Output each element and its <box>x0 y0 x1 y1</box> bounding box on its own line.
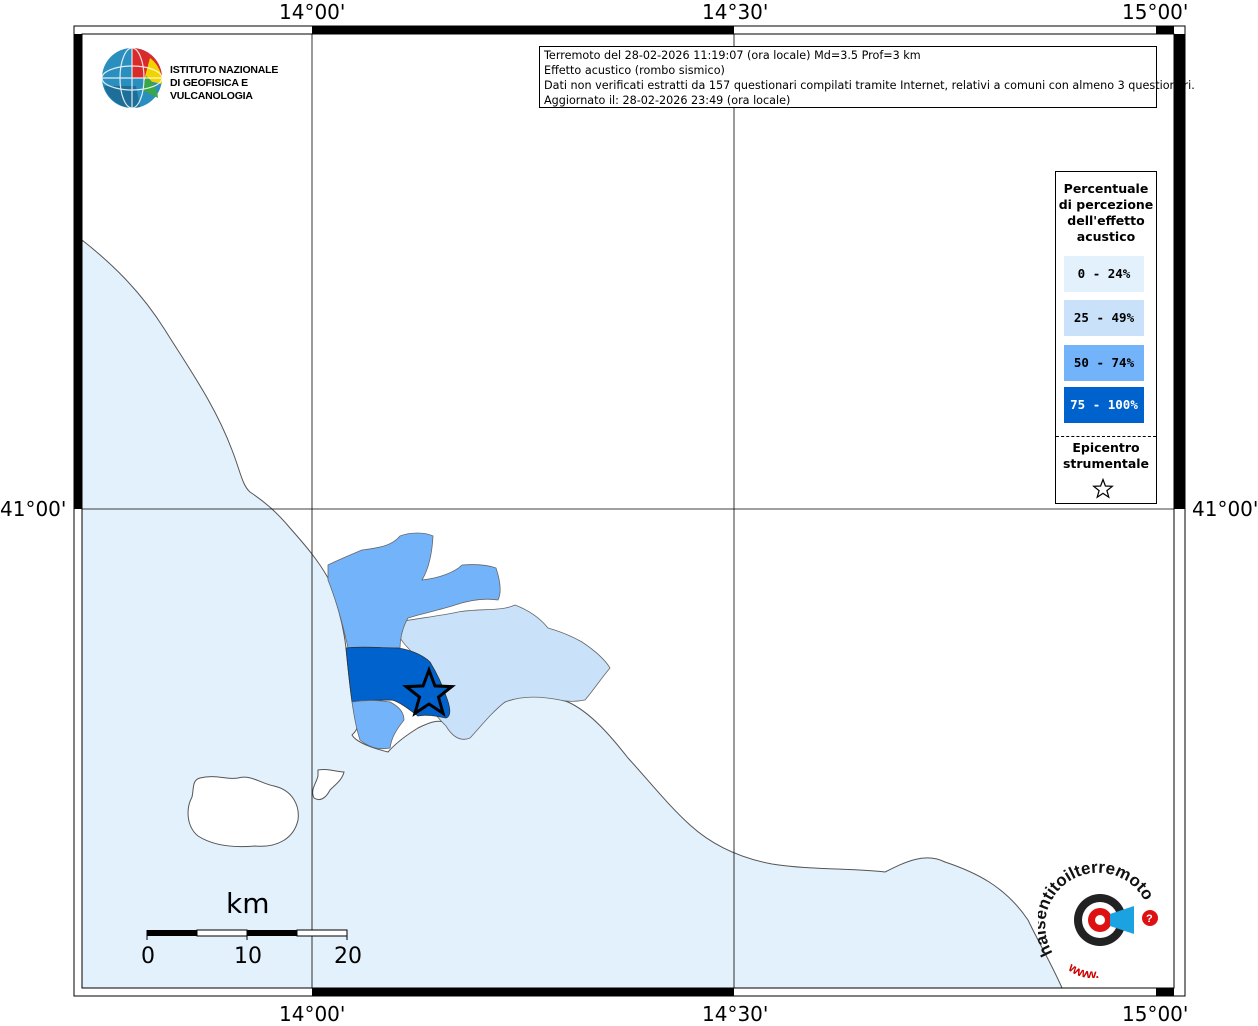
legend-title-line4: acustico <box>1076 229 1136 244</box>
axis-left-label: 41°00' <box>0 497 67 521</box>
border-top-black <box>312 26 734 34</box>
legend-class-1: 25 - 49% <box>1064 300 1144 336</box>
scalebar-seg1 <box>147 930 197 936</box>
legend-title-line2: di percezione <box>1058 197 1154 212</box>
axis-top-label-1: 14°00' <box>279 0 346 24</box>
legend-epicenter-line1: Epicentro <box>1072 440 1140 455</box>
axis-right-label: 41°00' <box>1192 497 1258 521</box>
scalebar-unit: km <box>226 887 270 920</box>
scalebar-label-10: 10 <box>234 944 262 969</box>
scalebar-seg3 <box>247 930 297 936</box>
axis-top-label-3: 15°00' <box>1122 0 1189 24</box>
legend-epicenter-title: Epicentro strumentale <box>1056 440 1156 472</box>
legend-class-3: 75 - 100% <box>1064 387 1144 423</box>
info-line-source: Dati non verificati estratti da 157 ques… <box>544 79 1195 92</box>
scalebar-seg4 <box>296 929 348 937</box>
legend-title: Percentuale di percezione dell'effetto a… <box>1056 181 1156 245</box>
ingv-logo: ISTITUTO NAZIONALE DI GEOFISICA E VULCAN… <box>100 46 330 112</box>
info-line-updated: Aggiornato il: 28-02-2026 23:49 (ora loc… <box>544 94 791 107</box>
epicenter-star-icon <box>1092 478 1114 499</box>
legend-title-line3: dell'effetto <box>1067 213 1145 228</box>
haisentito-logo: haisentitoilterremoto.it www. ? <box>1030 843 1168 982</box>
axis-top-label-2: 14°30' <box>702 0 769 24</box>
border-top-black-2 <box>1156 26 1174 34</box>
earthquake-info-box: Terremoto del 28-02-2026 11:19:07 (ora l… <box>539 46 1195 108</box>
border-left-black <box>74 34 82 509</box>
legend: Percentuale di percezione dell'effetto a… <box>1055 171 1157 504</box>
info-line-effect: Effetto acustico (rombo sismico) <box>544 64 725 77</box>
axis-bottom-label-3: 15°00' <box>1122 1002 1189 1026</box>
border-bottom-black <box>312 988 734 996</box>
ingv-logo-line2: DI GEOFISICA E VULCANOLOGIA <box>170 77 253 102</box>
legend-separator <box>1056 436 1156 437</box>
scalebar-label-20: 20 <box>334 944 362 969</box>
legend-class-2: 50 - 74% <box>1064 345 1144 381</box>
svg-text:?: ? <box>1146 913 1153 925</box>
legend-title-line1: Percentuale <box>1063 181 1149 196</box>
border-bottom-black-2 <box>1156 988 1174 996</box>
scalebar-seg2 <box>196 929 248 937</box>
scalebar-label-0: 0 <box>141 944 155 969</box>
svg-text:www.: www. <box>1065 959 1099 978</box>
border-right-black <box>1174 34 1185 509</box>
info-line-event: Terremoto del 28-02-2026 11:19:07 (ora l… <box>544 49 921 62</box>
legend-epicenter-line2: strumentale <box>1062 456 1150 471</box>
axis-bottom-label-2: 14°30' <box>702 1002 769 1026</box>
haisentito-logo-url: www. <box>1065 959 1099 982</box>
ingv-logo-line1: ISTITUTO NAZIONALE <box>170 64 279 76</box>
legend-class-0: 0 - 24% <box>1064 256 1144 292</box>
axis-bottom-label-1: 14°00' <box>279 1002 346 1026</box>
